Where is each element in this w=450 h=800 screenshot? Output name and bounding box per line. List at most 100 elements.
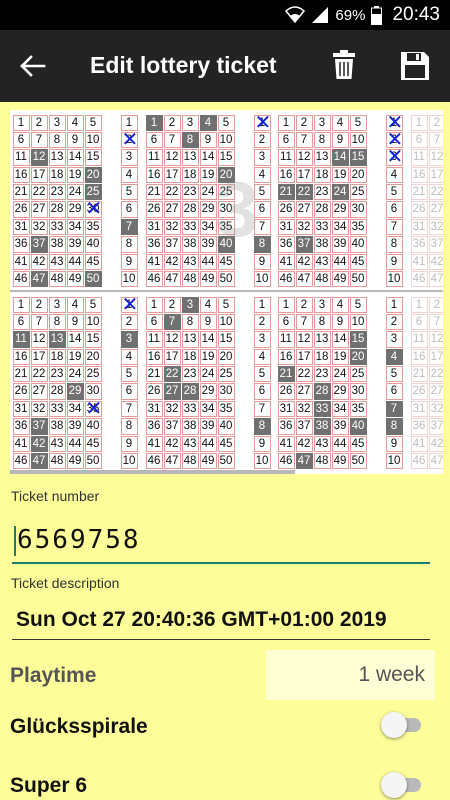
number-cell[interactable]: 11 [12, 331, 30, 348]
number-cell[interactable]: 29 [331, 383, 349, 400]
number-cell[interactable]: 40 [84, 418, 102, 435]
lottery-ticket[interactable]: 1 2 3 4 5 6 7 8 9 10 11 12 13 14 15 16 17 18 19 20 21 22 23 24 2… [10, 110, 443, 474]
number-cell[interactable]: 47 [163, 453, 181, 470]
number-cell[interactable]: 18 [181, 348, 199, 366]
number-cell[interactable]: 4 [331, 296, 349, 313]
number-cell[interactable]: 35 [217, 218, 235, 236]
number-cell[interactable]: 26 [145, 201, 163, 218]
number-cell[interactable]: 9 [199, 131, 217, 149]
number-cell[interactable]: 33 [313, 218, 331, 236]
number-cell[interactable]: 47 [30, 271, 48, 288]
number-cell[interactable]: 1 [145, 114, 163, 131]
number-cell[interactable]: 30 [217, 201, 235, 218]
number-cell[interactable]: 10 [349, 313, 367, 331]
number-cell[interactable]: 36 [12, 418, 30, 435]
side-number-cell[interactable]: 9 [253, 435, 271, 453]
number-cell[interactable]: 20 [217, 166, 235, 184]
side-number-cell[interactable]: 10 [253, 453, 271, 470]
number-cell[interactable]: 34 [66, 400, 84, 418]
number-cell[interactable]: 49 [199, 271, 217, 288]
number-cell[interactable]: 40 [217, 418, 235, 435]
number-cell[interactable]: 16 [12, 348, 30, 366]
number-cell[interactable]: 17 [30, 348, 48, 366]
number-cell[interactable]: 28 [48, 383, 66, 400]
number-cell[interactable]: 38 [48, 418, 66, 435]
number-cell[interactable]: 49 [331, 453, 349, 470]
number-cell[interactable]: 31 [277, 218, 295, 236]
number-cell[interactable]: 23 [181, 366, 199, 383]
number-cell[interactable]: 3 [48, 296, 66, 313]
side-number-cell[interactable]: 2 [253, 313, 271, 331]
number-cell[interactable]: 9 [331, 313, 349, 331]
number-cell[interactable]: 22 [163, 184, 181, 201]
number-cell[interactable]: 11 [277, 149, 295, 166]
number-cell[interactable]: 33 [181, 218, 199, 236]
side-number-cell[interactable]: 4 [385, 166, 403, 184]
number-cell[interactable]: 12 [30, 331, 48, 348]
side-number-cell[interactable]: 7 [385, 400, 403, 418]
number-cell[interactable]: 38 [313, 418, 331, 435]
number-cell[interactable]: 9 [66, 313, 84, 331]
number-cell[interactable]: 21 [12, 184, 30, 201]
number-cell[interactable]: 24 [331, 366, 349, 383]
number-cell[interactable]: 28 [48, 201, 66, 218]
number-cell[interactable]: 46 [145, 271, 163, 288]
number-cell[interactable]: 42 [295, 435, 313, 453]
side-number-cell[interactable]: 4 [120, 166, 138, 184]
gluecksspirale-toggle[interactable] [381, 712, 421, 738]
number-cell[interactable]: 24 [199, 184, 217, 201]
side-number-cell[interactable]: 1 [120, 294, 138, 315]
number-cell[interactable]: 39 [331, 236, 349, 253]
side-number-cell[interactable]: 8 [253, 236, 271, 253]
number-cell[interactable]: 36 [145, 236, 163, 253]
number-cell[interactable]: 44 [199, 253, 217, 271]
number-cell[interactable]: 23 [181, 184, 199, 201]
number-cell[interactable]: 9 [199, 313, 217, 331]
number-cell[interactable]: 34 [199, 400, 217, 418]
delete-icon[interactable] [332, 50, 356, 80]
number-cell[interactable]: 37 [163, 236, 181, 253]
number-cell[interactable]: 20 [217, 348, 235, 366]
number-cell[interactable]: 1 [145, 296, 163, 313]
number-cell[interactable]: 14 [199, 149, 217, 166]
number-cell[interactable]: 45 [349, 253, 367, 271]
number-cell[interactable]: 10 [84, 313, 102, 331]
side-number-cell[interactable]: 9 [120, 253, 138, 271]
side-number-cell[interactable]: 5 [253, 366, 271, 383]
number-cell[interactable]: 40 [84, 236, 102, 253]
number-cell[interactable]: 45 [349, 435, 367, 453]
side-number-cell[interactable]: 6 [253, 383, 271, 400]
number-cell[interactable]: 13 [181, 331, 199, 348]
number-cell[interactable]: 31 [145, 218, 163, 236]
number-cell[interactable]: 18 [313, 348, 331, 366]
number-cell[interactable]: 2 [30, 296, 48, 313]
number-cell[interactable]: 1 [277, 296, 295, 313]
number-cell[interactable]: 17 [163, 166, 181, 184]
side-number-cell[interactable]: 1 [253, 296, 271, 313]
number-cell[interactable]: 30 [217, 383, 235, 400]
number-cell[interactable]: 35 [217, 400, 235, 418]
side-number-cell[interactable]: 8 [120, 418, 138, 435]
number-cell[interactable]: 20 [84, 348, 102, 366]
number-cell[interactable]: 30 [84, 199, 102, 220]
number-cell[interactable]: 36 [145, 418, 163, 435]
number-cell[interactable]: 4 [199, 296, 217, 313]
save-icon[interactable] [399, 50, 431, 82]
side-number-cell[interactable]: 8 [385, 418, 403, 435]
number-cell[interactable]: 3 [181, 114, 199, 131]
number-cell[interactable]: 7 [163, 313, 181, 331]
number-cell[interactable]: 42 [295, 253, 313, 271]
number-cell[interactable]: 37 [30, 418, 48, 435]
number-cell[interactable]: 10 [217, 131, 235, 149]
number-cell[interactable]: 37 [163, 418, 181, 435]
number-cell[interactable]: 2 [30, 114, 48, 131]
number-cell[interactable]: 43 [181, 253, 199, 271]
number-cell[interactable]: 50 [349, 271, 367, 288]
side-number-cell[interactable]: 4 [120, 348, 138, 366]
number-cell[interactable]: 47 [295, 453, 313, 470]
number-cell[interactable]: 16 [12, 166, 30, 184]
number-cell[interactable]: 48 [181, 453, 199, 470]
number-cell[interactable]: 27 [163, 201, 181, 218]
number-cell[interactable]: 18 [181, 166, 199, 184]
number-cell[interactable]: 31 [12, 218, 30, 236]
